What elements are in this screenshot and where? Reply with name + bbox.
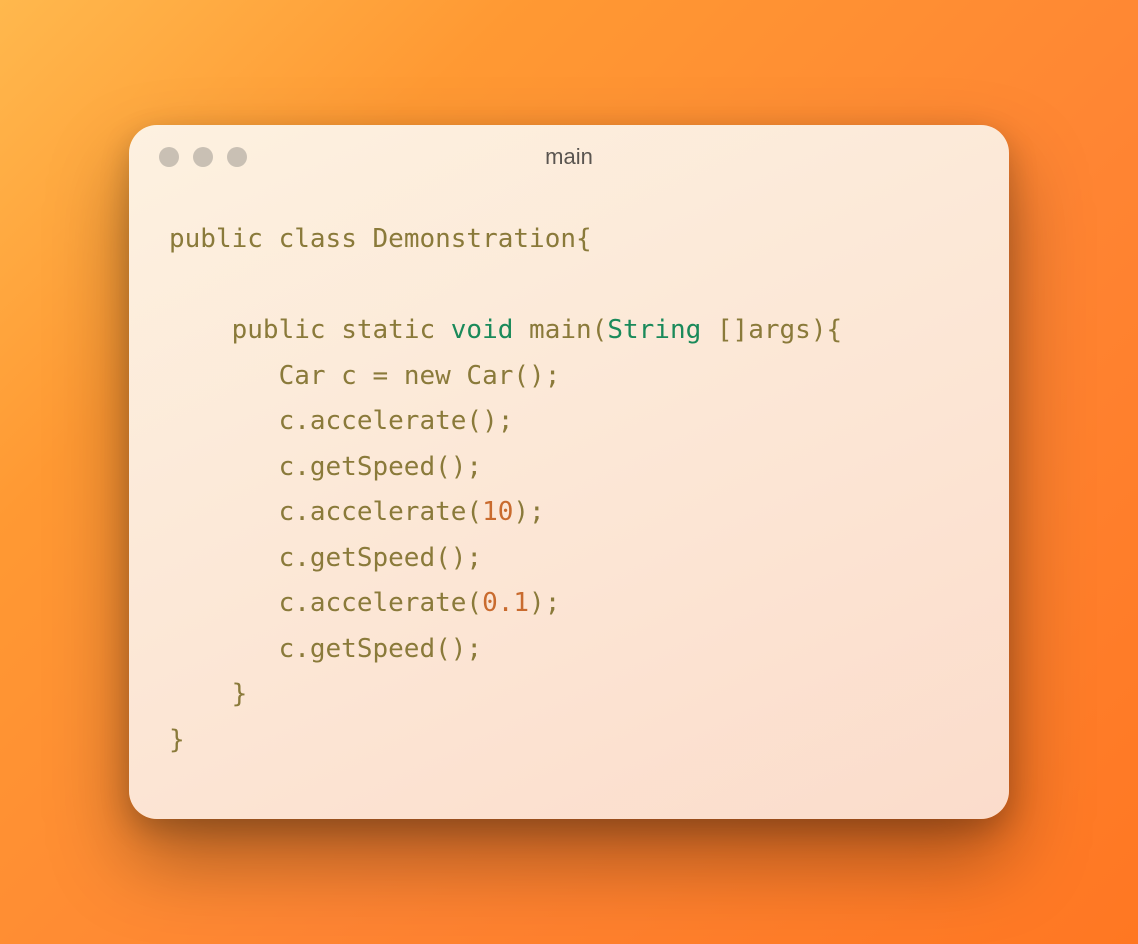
- traffic-lights: [159, 147, 247, 167]
- code-window: main public class Demonstration{ public …: [129, 125, 1009, 819]
- code-token: 0.1: [482, 588, 529, 618]
- code-token: class: [279, 224, 357, 254]
- code-token: new: [404, 361, 451, 391]
- code-token: String: [607, 315, 701, 345]
- maximize-dot-icon[interactable]: [227, 147, 247, 167]
- window-titlebar: main: [129, 125, 1009, 177]
- window-title: main: [129, 144, 1009, 170]
- code-token: public: [169, 224, 263, 254]
- code-token: static: [341, 315, 435, 345]
- minimize-dot-icon[interactable]: [193, 147, 213, 167]
- code-token: 10: [482, 497, 513, 527]
- code-token: public: [232, 315, 326, 345]
- code-token: void: [451, 315, 514, 345]
- code-content: public class Demonstration{ public stati…: [129, 177, 1009, 819]
- close-dot-icon[interactable]: [159, 147, 179, 167]
